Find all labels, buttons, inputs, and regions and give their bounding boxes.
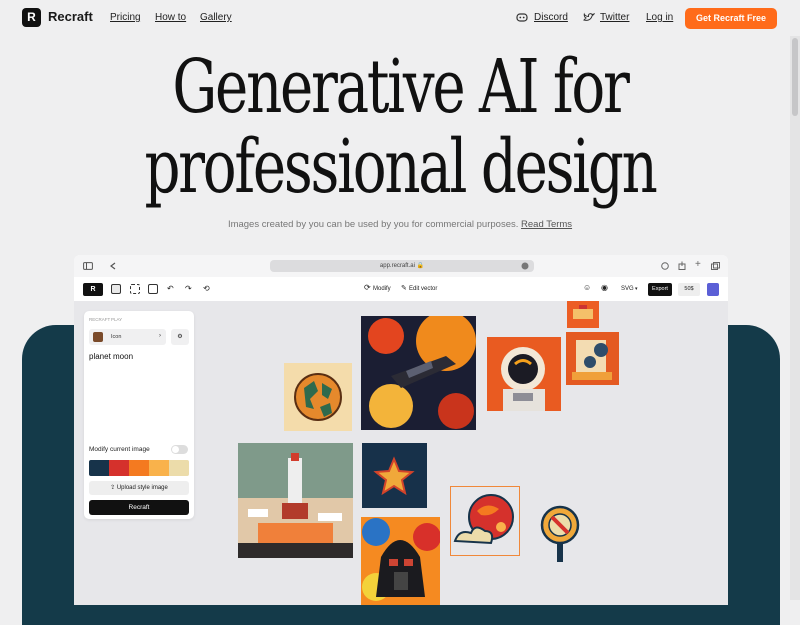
logo-text[interactable]: Recraft: [48, 9, 93, 24]
recraft-logo-icon[interactable]: R: [22, 8, 41, 27]
new-tab-icon[interactable]: +: [695, 259, 701, 270]
design-canvas[interactable]: RECRAFT PLAY Icon › ⚙ planet moon Modify…: [74, 301, 728, 605]
palette-swatch-1[interactable]: [89, 460, 109, 476]
download-icon[interactable]: [661, 262, 669, 270]
spaceship-nebula-image[interactable]: [361, 316, 476, 430]
history-icon[interactable]: ⟲: [203, 284, 210, 293]
pixel-rocket-launch-image[interactable]: [238, 443, 353, 558]
edit-vector-icon: ✎: [401, 285, 407, 292]
discord-icon: [516, 13, 528, 22]
nav-link-login[interactable]: Log in: [646, 12, 673, 23]
planet-moon-icon-image-selected[interactable]: [450, 486, 520, 556]
nav-link-how-to[interactable]: How to: [155, 12, 186, 23]
upload-style-image-button[interactable]: ⇪ Upload style image: [89, 481, 189, 495]
format-select[interactable]: SVG: [621, 286, 634, 292]
redo-icon[interactable]: ↷: [185, 284, 192, 293]
nav-link-gallery[interactable]: Gallery: [200, 12, 232, 23]
modify-icon: ⟳: [364, 283, 371, 292]
user-avatar[interactable]: [707, 283, 719, 296]
darth-vader-pop-art-image[interactable]: [361, 517, 440, 605]
sidebar-toggle-icon[interactable]: [83, 262, 93, 270]
panel-tab-recraft[interactable]: RECRAFT: [89, 317, 110, 322]
style-thumbnail-icon: [93, 332, 103, 342]
lasso-tool-icon[interactable]: [130, 284, 140, 294]
palette-icon[interactable]: ◉: [601, 283, 608, 292]
palette-swatch-2[interactable]: [109, 460, 129, 476]
app-preview-window: app.recraft.ai 🔒 + R ↶ ↷ ⟲ ⟳ Modify ✎ Ed…: [74, 255, 728, 605]
palette-swatch-5[interactable]: [169, 460, 189, 476]
select-tool-icon[interactable]: [111, 284, 121, 294]
scrollbar-track[interactable]: [790, 36, 800, 600]
credits-badge[interactable]: 50$: [678, 283, 700, 296]
app-logo-menu-icon[interactable]: R: [83, 283, 103, 296]
hero-subtitle: Images created by you can be used by you…: [0, 219, 800, 230]
twitter-icon: [583, 12, 595, 21]
chevron-down-icon[interactable]: ▾: [635, 286, 638, 292]
share-icon[interactable]: [678, 261, 686, 270]
prompt-input[interactable]: planet moon: [89, 352, 133, 361]
top-nav: R Recraft Pricing How to Gallery Discord…: [0, 0, 800, 36]
url-bar[interactable]: app.recraft.ai 🔒: [270, 260, 534, 272]
get-recraft-free-button[interactable]: Get Recraft Free: [685, 8, 777, 29]
style-select[interactable]: Icon ›: [89, 329, 166, 345]
smiley-icon[interactable]: ☺: [583, 283, 591, 292]
pixel-rocket-small-image[interactable]: [567, 301, 599, 328]
nav-link-pricing[interactable]: Pricing: [110, 12, 141, 23]
astronaut-boot-image[interactable]: [566, 332, 619, 385]
planet-earth-image[interactable]: [284, 363, 352, 431]
palette-swatch-3[interactable]: [129, 460, 149, 476]
browser-bar: app.recraft.ai 🔒 +: [74, 255, 728, 277]
url-text: app.recraft.ai: [379, 263, 415, 269]
chevron-right-icon: ›: [159, 333, 161, 339]
style-label: Icon: [111, 334, 122, 340]
app-toolbar: R ↶ ↷ ⟲ ⟳ Modify ✎ Edit vector ☺ ◉ SVG ▾…: [74, 279, 728, 302]
undo-icon[interactable]: ↶: [167, 284, 174, 293]
frame-tool-icon[interactable]: [148, 284, 158, 294]
reader-icon[interactable]: [521, 262, 529, 270]
hero-title-line-1: Generative AI for: [172, 44, 629, 130]
upload-style-image-label: Upload style image: [116, 485, 168, 491]
color-palette[interactable]: [89, 460, 189, 476]
export-button[interactable]: Export: [648, 283, 672, 296]
tabs-overview-icon[interactable]: [711, 262, 720, 270]
modify-button[interactable]: Modify: [373, 286, 391, 292]
pixel-star-image[interactable]: [362, 443, 427, 508]
hero-title-line-2: professional design: [144, 124, 657, 210]
panel-tab-play[interactable]: PLAY: [111, 317, 122, 322]
upload-icon: ⇪: [110, 485, 116, 491]
nav-link-twitter[interactable]: Twitter: [600, 12, 629, 23]
edit-vector-button[interactable]: Edit vector: [409, 286, 437, 292]
nav-link-discord[interactable]: Discord: [534, 12, 568, 23]
back-arrow-icon[interactable]: [110, 262, 116, 270]
style-settings-icon[interactable]: ⚙: [171, 329, 189, 345]
recraft-generate-button[interactable]: Recraft: [89, 500, 189, 515]
magnifying-stop-sign-image[interactable]: [539, 505, 581, 563]
modify-current-image-toggle[interactable]: [171, 445, 188, 454]
generation-panel: RECRAFT PLAY Icon › ⚙ planet moon Modify…: [84, 311, 194, 519]
read-terms-link[interactable]: Read Terms: [521, 219, 572, 230]
hero-subtitle-text: Images created by you can be used by you…: [227, 219, 519, 230]
astronaut-image[interactable]: [487, 337, 561, 411]
scrollbar-thumb[interactable]: [792, 38, 798, 116]
palette-swatch-4[interactable]: [149, 460, 169, 476]
modify-current-image-label: Modify current image: [89, 446, 150, 453]
